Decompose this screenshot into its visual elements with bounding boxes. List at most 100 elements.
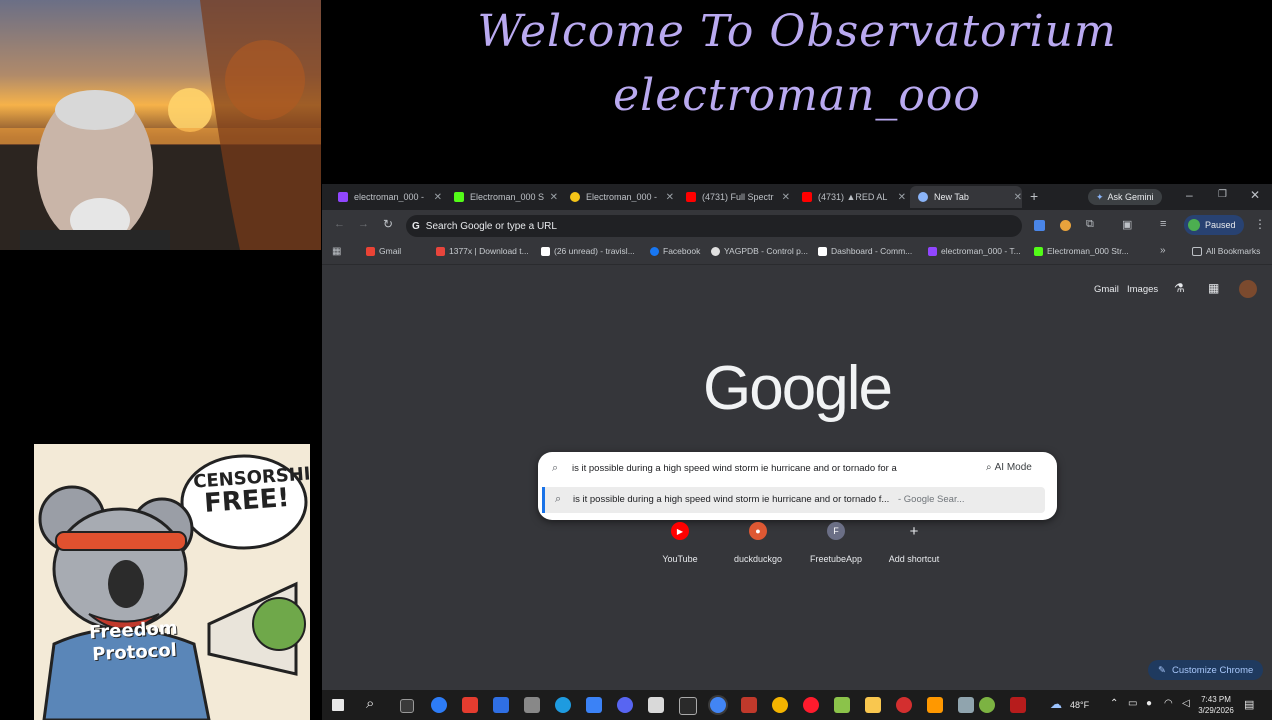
windows-taskbar: ⌕ ☁ 48°F ⌃ ▭ ● ◠ ◁ 7:43 PM 3/29/2026 ▤ xyxy=(322,690,1272,720)
app-icon[interactable] xyxy=(958,697,974,713)
clock-time: 7:43 PM xyxy=(1201,695,1231,704)
ask-gemini-button[interactable]: ✦ Ask Gemini xyxy=(1088,189,1162,205)
omnibox[interactable]: G Search Google or type a URL xyxy=(406,215,1022,237)
discord-icon[interactable] xyxy=(617,697,633,713)
bookmarks-bar: ▦ Gmail 1377x | Download t... (26 unread… xyxy=(322,242,1272,265)
side-panel-icon[interactable]: ▣ xyxy=(1122,218,1132,231)
tab-1[interactable]: electroman_000 - ✕ xyxy=(330,186,442,208)
close-icon[interactable]: ✕ xyxy=(666,192,674,203)
extensions-puzzle-icon[interactable]: ⧉ xyxy=(1086,218,1094,231)
plus-icon: + xyxy=(909,522,919,540)
bookmark-1377x[interactable]: 1377x | Download t... xyxy=(436,246,529,256)
bookmark-facebook[interactable]: Facebook xyxy=(650,246,700,256)
app-icon[interactable] xyxy=(524,697,540,713)
bookmark-gmail[interactable]: Gmail xyxy=(366,246,401,256)
webcam-scene xyxy=(0,0,321,250)
start-button[interactable] xyxy=(332,699,344,711)
tray-overflow-chevron-icon[interactable]: ⌃ xyxy=(1110,698,1118,709)
new-tab-button[interactable]: + xyxy=(1030,188,1038,204)
app-icon[interactable] xyxy=(979,697,995,713)
all-bookmarks-button[interactable]: All Bookmarks xyxy=(1192,246,1260,256)
weather-icon[interactable]: ☁ xyxy=(1050,697,1062,711)
forward-button[interactable]: → xyxy=(358,218,369,230)
facebook-icon xyxy=(650,246,659,256)
clock[interactable]: 7:43 PM 3/29/2026 xyxy=(1196,694,1236,716)
suggestion-text: is it possible during a high speed wind … xyxy=(573,494,965,505)
opera-icon[interactable] xyxy=(431,697,447,713)
tab-4[interactable]: (4731) Full Spectr ✕ xyxy=(678,186,790,208)
bookmark-email-unread[interactable]: (26 unread) - travisl... xyxy=(541,246,635,256)
close-icon[interactable]: ✕ xyxy=(550,192,558,203)
volume-icon[interactable]: ◁ xyxy=(1182,698,1190,709)
reload-button[interactable]: ↻ xyxy=(383,217,393,231)
mail-icon xyxy=(541,246,550,256)
reading-list-icon[interactable]: ≡ xyxy=(1160,218,1166,230)
wifi-icon[interactable]: ◠ xyxy=(1164,698,1173,709)
labs-flask-icon[interactable]: ⚗ xyxy=(1174,281,1185,295)
bookmark-label: Gmail xyxy=(379,246,402,256)
app-icon[interactable] xyxy=(772,697,788,713)
bookmark-kick[interactable]: Electroman_000 Str... xyxy=(1034,246,1129,256)
app-icon[interactable] xyxy=(679,697,697,715)
images-link[interactable]: Images xyxy=(1127,284,1158,295)
bookmark-label: electroman_000 - T... xyxy=(941,246,1021,256)
bookmark-yagpdb[interactable]: YAGPDB - Control p... xyxy=(711,246,808,256)
app-icon[interactable] xyxy=(493,697,509,713)
extension-icon[interactable] xyxy=(1060,220,1071,231)
suggestion-row[interactable]: ⌕ is it possible during a high speed win… xyxy=(542,487,1045,513)
close-icon[interactable]: ✕ xyxy=(434,192,442,203)
google-logo: Google xyxy=(703,354,893,423)
edge-icon[interactable] xyxy=(555,697,571,713)
close-icon[interactable]: ✕ xyxy=(782,192,790,203)
bookmark-twitch[interactable]: electroman_000 - T... xyxy=(928,246,1021,256)
chrome-menu-icon[interactable]: ⋮ xyxy=(1254,217,1266,231)
shortcut-add[interactable]: + Add shortcut xyxy=(879,522,949,565)
shortcut-label: YouTube xyxy=(662,554,698,564)
calendar-icon[interactable] xyxy=(648,697,664,713)
gmail-link[interactable]: Gmail xyxy=(1094,284,1119,295)
notification-icon[interactable]: ▤ xyxy=(1244,698,1254,711)
apps-grid-icon[interactable]: ▦ xyxy=(332,246,341,257)
close-icon[interactable]: ✕ xyxy=(1014,192,1022,203)
opera-gx-icon[interactable] xyxy=(803,697,819,713)
file-explorer-icon[interactable] xyxy=(865,697,881,713)
search-box[interactable]: ⌕ is it possible during a high speed win… xyxy=(538,452,1057,520)
shortcut-freetubeapp[interactable]: F FreetubeApp xyxy=(801,522,871,564)
window-close-button[interactable]: ✕ xyxy=(1250,188,1260,202)
account-avatar[interactable] xyxy=(1239,280,1257,298)
chrome-icon[interactable] xyxy=(710,697,726,713)
weather-temperature[interactable]: 48°F xyxy=(1070,700,1089,710)
vlc-icon[interactable] xyxy=(927,697,943,713)
close-icon[interactable]: ✕ xyxy=(898,192,906,203)
search-icon[interactable]: ⌕ xyxy=(366,695,374,712)
app-icon[interactable] xyxy=(896,697,912,713)
microphone-icon[interactable]: ● xyxy=(1146,698,1152,709)
minimize-button[interactable]: – xyxy=(1186,188,1193,202)
tab-2[interactable]: Electroman_000 S ✕ xyxy=(446,186,558,208)
dashboard-icon xyxy=(818,246,827,256)
app-icon[interactable] xyxy=(586,697,602,713)
google-apps-icon[interactable]: ▦ xyxy=(1208,281,1219,295)
tray-icon[interactable]: ▭ xyxy=(1128,698,1137,709)
app-icon[interactable] xyxy=(741,697,757,713)
shortcut-youtube[interactable]: ▶ YouTube xyxy=(645,522,715,564)
maximize-button[interactable]: ❐ xyxy=(1218,189,1227,200)
search-input[interactable]: is it possible during a high speed wind … xyxy=(572,463,972,474)
ai-mode-button[interactable]: ⌕ AI Mode xyxy=(986,462,1032,473)
tab-5[interactable]: (4731) ▲RED AL ✕ xyxy=(794,186,906,208)
twitch-icon xyxy=(928,246,937,256)
profile-paused-button[interactable]: Paused xyxy=(1184,215,1244,235)
more-bookmarks-chevron-icon[interactable]: » xyxy=(1160,245,1166,256)
shortcut-duckduckgo[interactable]: ● duckduckgo xyxy=(723,522,793,564)
tab-new-tab[interactable]: New Tab ✕ xyxy=(910,186,1022,208)
task-view-icon[interactable] xyxy=(400,699,414,713)
back-button[interactable]: ← xyxy=(334,218,345,230)
stream-title-line-1: Welcome To Observatorium xyxy=(477,6,1117,57)
translate-extension-icon[interactable] xyxy=(1034,220,1045,231)
app-icon[interactable] xyxy=(1010,697,1026,713)
app-icon[interactable] xyxy=(834,697,850,713)
tab-3[interactable]: Electroman_000 - ✕ xyxy=(562,186,674,208)
customize-chrome-button[interactable]: ✎ Customize Chrome xyxy=(1148,660,1264,680)
app-icon[interactable] xyxy=(462,697,478,713)
bookmark-dashboard[interactable]: Dashboard - Comm... xyxy=(818,246,912,256)
